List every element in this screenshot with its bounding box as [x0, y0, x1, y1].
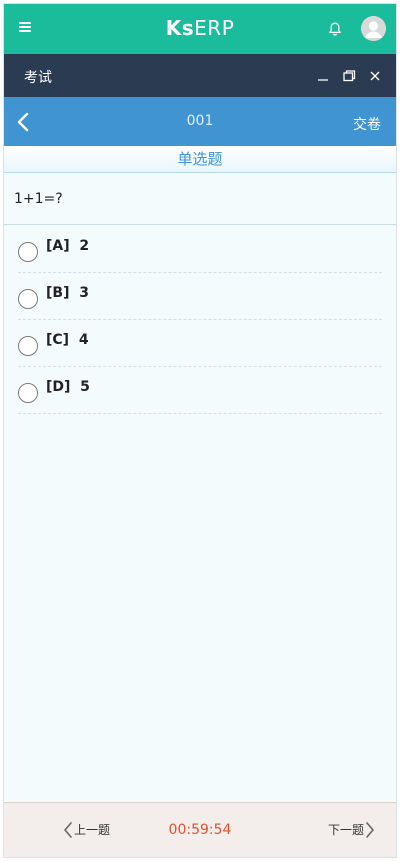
brand-prefix: Ks: [165, 16, 195, 40]
minimize-icon[interactable]: [316, 68, 330, 82]
submit-exam-button[interactable]: 交卷: [353, 114, 381, 134]
question-number: 001: [186, 113, 214, 129]
options-list: [A] 2 [B] 3 [C] 4 [D] 5: [18, 226, 382, 414]
window-title: 考试: [24, 70, 52, 86]
option-letter: [C]: [46, 332, 70, 348]
bell-icon[interactable]: [327, 21, 343, 37]
user-avatar-icon[interactable]: [361, 16, 386, 41]
close-icon[interactable]: [368, 68, 382, 82]
option-text: 2: [79, 238, 90, 254]
option-c[interactable]: [C] 4: [18, 320, 382, 367]
restore-icon[interactable]: [342, 68, 356, 82]
option-label: [B] 3: [46, 285, 89, 301]
radio-button[interactable]: [18, 336, 38, 356]
option-letter: [B]: [46, 285, 70, 301]
window-title-bar: 考试: [4, 54, 396, 97]
app-bar: KsERP: [4, 4, 396, 54]
option-letter: [D]: [46, 379, 71, 395]
question-text: 1+1=?: [4, 174, 396, 225]
option-text: 4: [78, 332, 89, 348]
chevron-left-icon: [62, 821, 74, 838]
option-text: 5: [80, 379, 90, 395]
footer-bar: 上一题 00:59:54 下一题: [4, 802, 396, 857]
next-question-label: 下一题: [327, 823, 364, 837]
option-b[interactable]: [B] 3: [18, 273, 382, 320]
radio-button[interactable]: [18, 242, 38, 262]
option-d[interactable]: [D] 5: [18, 367, 382, 414]
prev-question-button[interactable]: 上一题: [62, 821, 110, 838]
option-text: 3: [79, 285, 89, 301]
radio-button[interactable]: [18, 289, 38, 309]
next-question-button[interactable]: 下一题: [328, 821, 376, 838]
question-header: 001 交卷: [4, 97, 396, 146]
option-label: [C] 4: [46, 332, 89, 348]
option-label: [D] 5: [46, 379, 90, 395]
chevron-right-icon: [364, 821, 376, 838]
exam-window: KsERP 考试 001 交卷 单选题 1+1=? [A] 2 [B] 3 [C…: [3, 3, 397, 858]
question-type-label: 单选题: [4, 146, 396, 173]
prev-question-label: 上一题: [74, 823, 111, 837]
brand-suffix: ERP: [194, 16, 235, 40]
option-letter: [A]: [46, 238, 70, 254]
option-a[interactable]: [A] 2: [18, 226, 382, 273]
option-label: [A] 2: [46, 238, 89, 254]
radio-button[interactable]: [18, 383, 38, 403]
